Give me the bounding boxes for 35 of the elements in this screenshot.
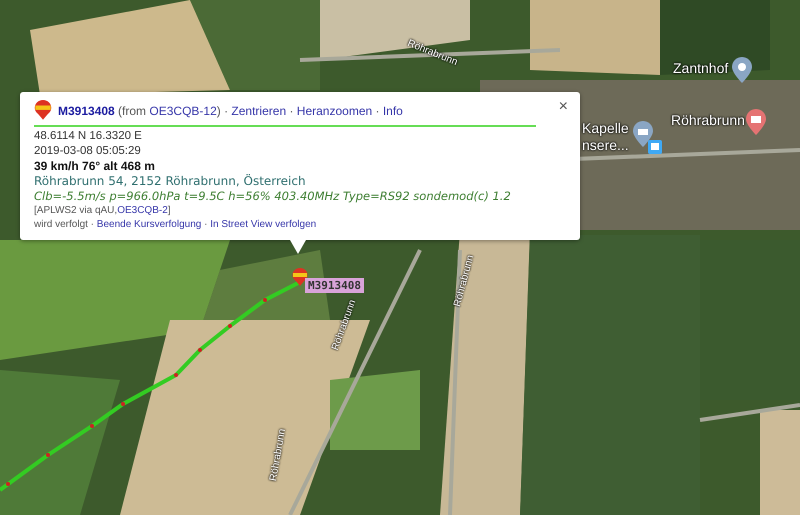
balloon-icon [34, 100, 52, 122]
path-link[interactable]: OE3CQB-2 [117, 205, 168, 216]
tracking-text: wird verfolgt [34, 219, 88, 230]
coordinates-text: 48.6114 N 16.3320 E [34, 129, 143, 144]
header-text: (from [117, 104, 148, 118]
road-label: Röhrabrunn [268, 428, 288, 482]
tracking-link[interactable]: Beende Kursverfolgung [96, 219, 202, 230]
close-icon[interactable]: × [558, 98, 568, 116]
comment-text: Clb=-5.5m/s p=966.0hPa t=9.5C h=56% 403.40MHz Type=RS92 sondemod(c) 1.2 [34, 189, 512, 204]
path-text: [APLWS2 via qAU, [34, 205, 118, 216]
place-label: nsere... [582, 137, 629, 153]
path-text: ] [168, 205, 171, 216]
place-label: Röhrabrunn [671, 112, 745, 128]
header-text: · [288, 104, 294, 118]
station-label[interactable]: M3913408 [305, 278, 364, 293]
timestamp-text: 2019-03-08 05:05:29 [34, 144, 142, 159]
map-pin-icon [731, 56, 753, 84]
tracking-text: · [90, 219, 96, 230]
address-text: Röhrabrunn 54, 2152 Röhrabrunn, Österreich [34, 174, 307, 189]
place-label: Zantnhof [673, 60, 728, 76]
header-text: · [374, 104, 381, 118]
tracking-link[interactable]: In Street View verfolgen [210, 219, 316, 230]
speed-text: 39 km/h 76° alt 468 m [34, 159, 156, 174]
header-link[interactable]: Info [382, 104, 403, 118]
balloon-icon[interactable] [292, 268, 308, 288]
bus-stop-icon [648, 140, 662, 154]
museum-pin-icon [745, 108, 767, 136]
place-label: Kapelle [582, 120, 629, 136]
header-link[interactable]: Heranzoomen [296, 104, 372, 118]
header-link[interactable]: Zentrieren [231, 104, 286, 118]
church-pin-icon [632, 120, 654, 148]
header-text: ) · [216, 104, 230, 118]
tracking-text: · [203, 219, 208, 230]
station-name[interactable]: M3913408 [58, 104, 115, 118]
header-link[interactable]: OE3CQB-12 [149, 104, 217, 118]
